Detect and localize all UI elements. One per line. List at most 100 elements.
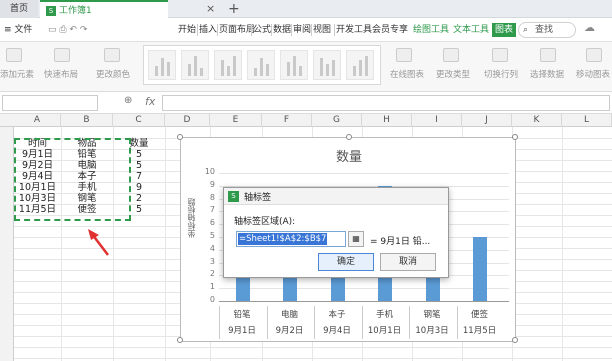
column-header-k[interactable]: K <box>512 114 562 127</box>
red-arrow-annotation <box>88 229 109 256</box>
x-date-label: 11月5日 <box>462 326 497 336</box>
quick-layout-icon <box>54 48 70 62</box>
change-type-button[interactable]: 更改类型 <box>436 68 470 80</box>
x-date-label: 9月4日 <box>323 326 351 336</box>
y-tick-label: 7 <box>209 205 215 215</box>
chart-title[interactable]: 数量 <box>181 146 517 165</box>
x-category-label: 电脑 <box>280 310 298 320</box>
new-tab-button[interactable]: + <box>228 0 240 18</box>
tab-developer[interactable]: 开发工具 <box>336 23 372 37</box>
zoom-icon[interactable]: ⊕ <box>124 95 132 106</box>
dialog-title: 轴标签 <box>244 193 272 203</box>
tab-member[interactable]: 会员专享 <box>372 23 408 37</box>
y-tick-label: 8 <box>209 192 215 202</box>
tab-drawing-tools[interactable]: 绘图工具 <box>413 23 449 37</box>
axis-range-label: 轴标签区域(A): <box>234 217 296 227</box>
chart-styles-gallery[interactable] <box>143 45 381 85</box>
gridline <box>219 173 509 174</box>
dialog-title-bar: S 轴标签 <box>224 188 448 205</box>
column-header-l[interactable]: L <box>562 114 612 127</box>
change-color-button[interactable]: 更改颜色 <box>96 68 130 80</box>
chart-style-5[interactable] <box>280 50 308 80</box>
y-tick-label: 10 <box>204 167 215 176</box>
tab-start[interactable]: 开始 <box>178 23 196 37</box>
column-header-h[interactable]: H <box>362 114 412 127</box>
resize-handle-tl[interactable] <box>177 134 183 140</box>
tab-separator <box>271 24 272 36</box>
switch-row-col-button[interactable]: 切换行列 <box>484 68 518 80</box>
tab-separator <box>334 24 335 36</box>
column-header-i[interactable]: I <box>412 114 462 127</box>
tab-separator <box>217 24 218 36</box>
tab-data[interactable]: 数据 <box>273 23 291 37</box>
cancel-button[interactable]: 取消 <box>380 253 436 271</box>
tab-text-tools[interactable]: 文本工具 <box>453 23 489 37</box>
column-header-e[interactable]: E <box>210 114 262 127</box>
column-header-d[interactable]: D <box>165 114 210 127</box>
column-header-b[interactable]: B <box>61 114 113 127</box>
x-date-label: 10月1日 <box>367 326 402 336</box>
axis-labels-dialog: S 轴标签 轴标签区域(A): =Sheet1!$A$2:$B$7 ▦ = 9月… <box>223 187 449 278</box>
gridline <box>219 288 509 290</box>
resize-handle-tm[interactable] <box>346 134 352 140</box>
close-tab-icon[interactable]: × <box>206 2 215 15</box>
tab-home[interactable]: 首页 <box>0 0 38 18</box>
tab-formula[interactable]: 公式 <box>253 23 271 37</box>
column-header-f[interactable]: F <box>262 114 312 127</box>
fx-icon[interactable]: fx <box>145 95 155 108</box>
x-axis-line <box>219 301 509 302</box>
y-tick-label: 1 <box>209 282 215 292</box>
column-header-a[interactable]: A <box>14 114 61 127</box>
file-menu[interactable]: ≡ 文件 <box>4 23 32 37</box>
tab-separator <box>251 24 252 36</box>
bar[interactable] <box>425 275 440 301</box>
tab-insert[interactable]: 插入 <box>199 23 217 37</box>
x-category-label: 便签 <box>470 310 488 320</box>
y-tick-label: 4 <box>209 243 215 253</box>
add-element-button[interactable]: 添加元素 <box>0 68 34 80</box>
axis-range-value: =Sheet1!$A$2:$B$7 <box>238 233 328 245</box>
ok-button[interactable]: 确定 <box>318 253 374 271</box>
name-box[interactable] <box>2 95 98 111</box>
menu-bar: ≡ 文件 ▭ ⎙ ↶ ↷ 开始 插入 页面布局 公式 数据 审阅 视图 开发工具 会员专享 绘… <box>0 18 612 42</box>
tab-workbook[interactable]: S 工作簿1 <box>40 0 168 18</box>
bar[interactable] <box>473 237 488 301</box>
y-axis-title[interactable]: 坐标轴标题 <box>186 198 200 238</box>
move-chart-button[interactable]: 移动图表 <box>576 68 610 80</box>
change-color-icon <box>104 48 120 62</box>
tab-chart-tools[interactable]: 图表 <box>492 23 517 37</box>
axis-range-input[interactable]: =Sheet1!$A$2:$B$7 <box>236 231 346 247</box>
formula-input[interactable] <box>162 95 610 111</box>
chart-style-4[interactable] <box>247 50 275 80</box>
column-header-c[interactable]: C <box>113 114 165 127</box>
search-box[interactable]: ⌕ 查找 <box>518 22 576 38</box>
tab-page-layout[interactable]: 页面布局 <box>219 23 255 37</box>
x-date-label: 10月3日 <box>415 326 449 336</box>
online-chart-button[interactable]: 在线图表 <box>390 68 424 80</box>
chart-style-1[interactable] <box>148 50 176 80</box>
cloud-icon[interactable]: ☁ <box>584 21 595 35</box>
online-chart-icon <box>396 48 412 62</box>
tab-review[interactable]: 审阅 <box>293 23 311 37</box>
y-tick-label: 0 <box>209 295 215 304</box>
x-date-label: 9月2日 <box>275 326 304 336</box>
chart-style-6[interactable] <box>313 50 341 80</box>
range-select-button[interactable]: ▦ <box>348 231 364 247</box>
chart-style-7[interactable] <box>346 50 374 80</box>
move-chart-icon <box>586 48 602 62</box>
column-header-g[interactable]: G <box>312 114 362 127</box>
quick-layout-button[interactable]: 快速布局 <box>44 68 78 80</box>
chart-style-3[interactable] <box>214 50 242 80</box>
ribbon: 添加元素 快速布局 更改颜色 在线图表 更改类型 切换行列 选择数据 移动图表 <box>0 42 612 92</box>
tab-view[interactable]: 视图 <box>313 23 331 37</box>
resize-handle-tr[interactable] <box>512 134 518 140</box>
column-header-j[interactable]: J <box>462 114 512 127</box>
tab-separator <box>197 24 198 36</box>
resize-handle-br[interactable] <box>512 337 518 343</box>
chart-style-2[interactable] <box>181 50 209 80</box>
y-tick-label: 5 <box>209 231 215 240</box>
resize-handle-bl[interactable] <box>177 337 183 343</box>
select-data-button[interactable]: 选择数据 <box>530 68 564 80</box>
y-tick-label: 9 <box>209 179 215 189</box>
add-element-icon <box>6 48 22 62</box>
